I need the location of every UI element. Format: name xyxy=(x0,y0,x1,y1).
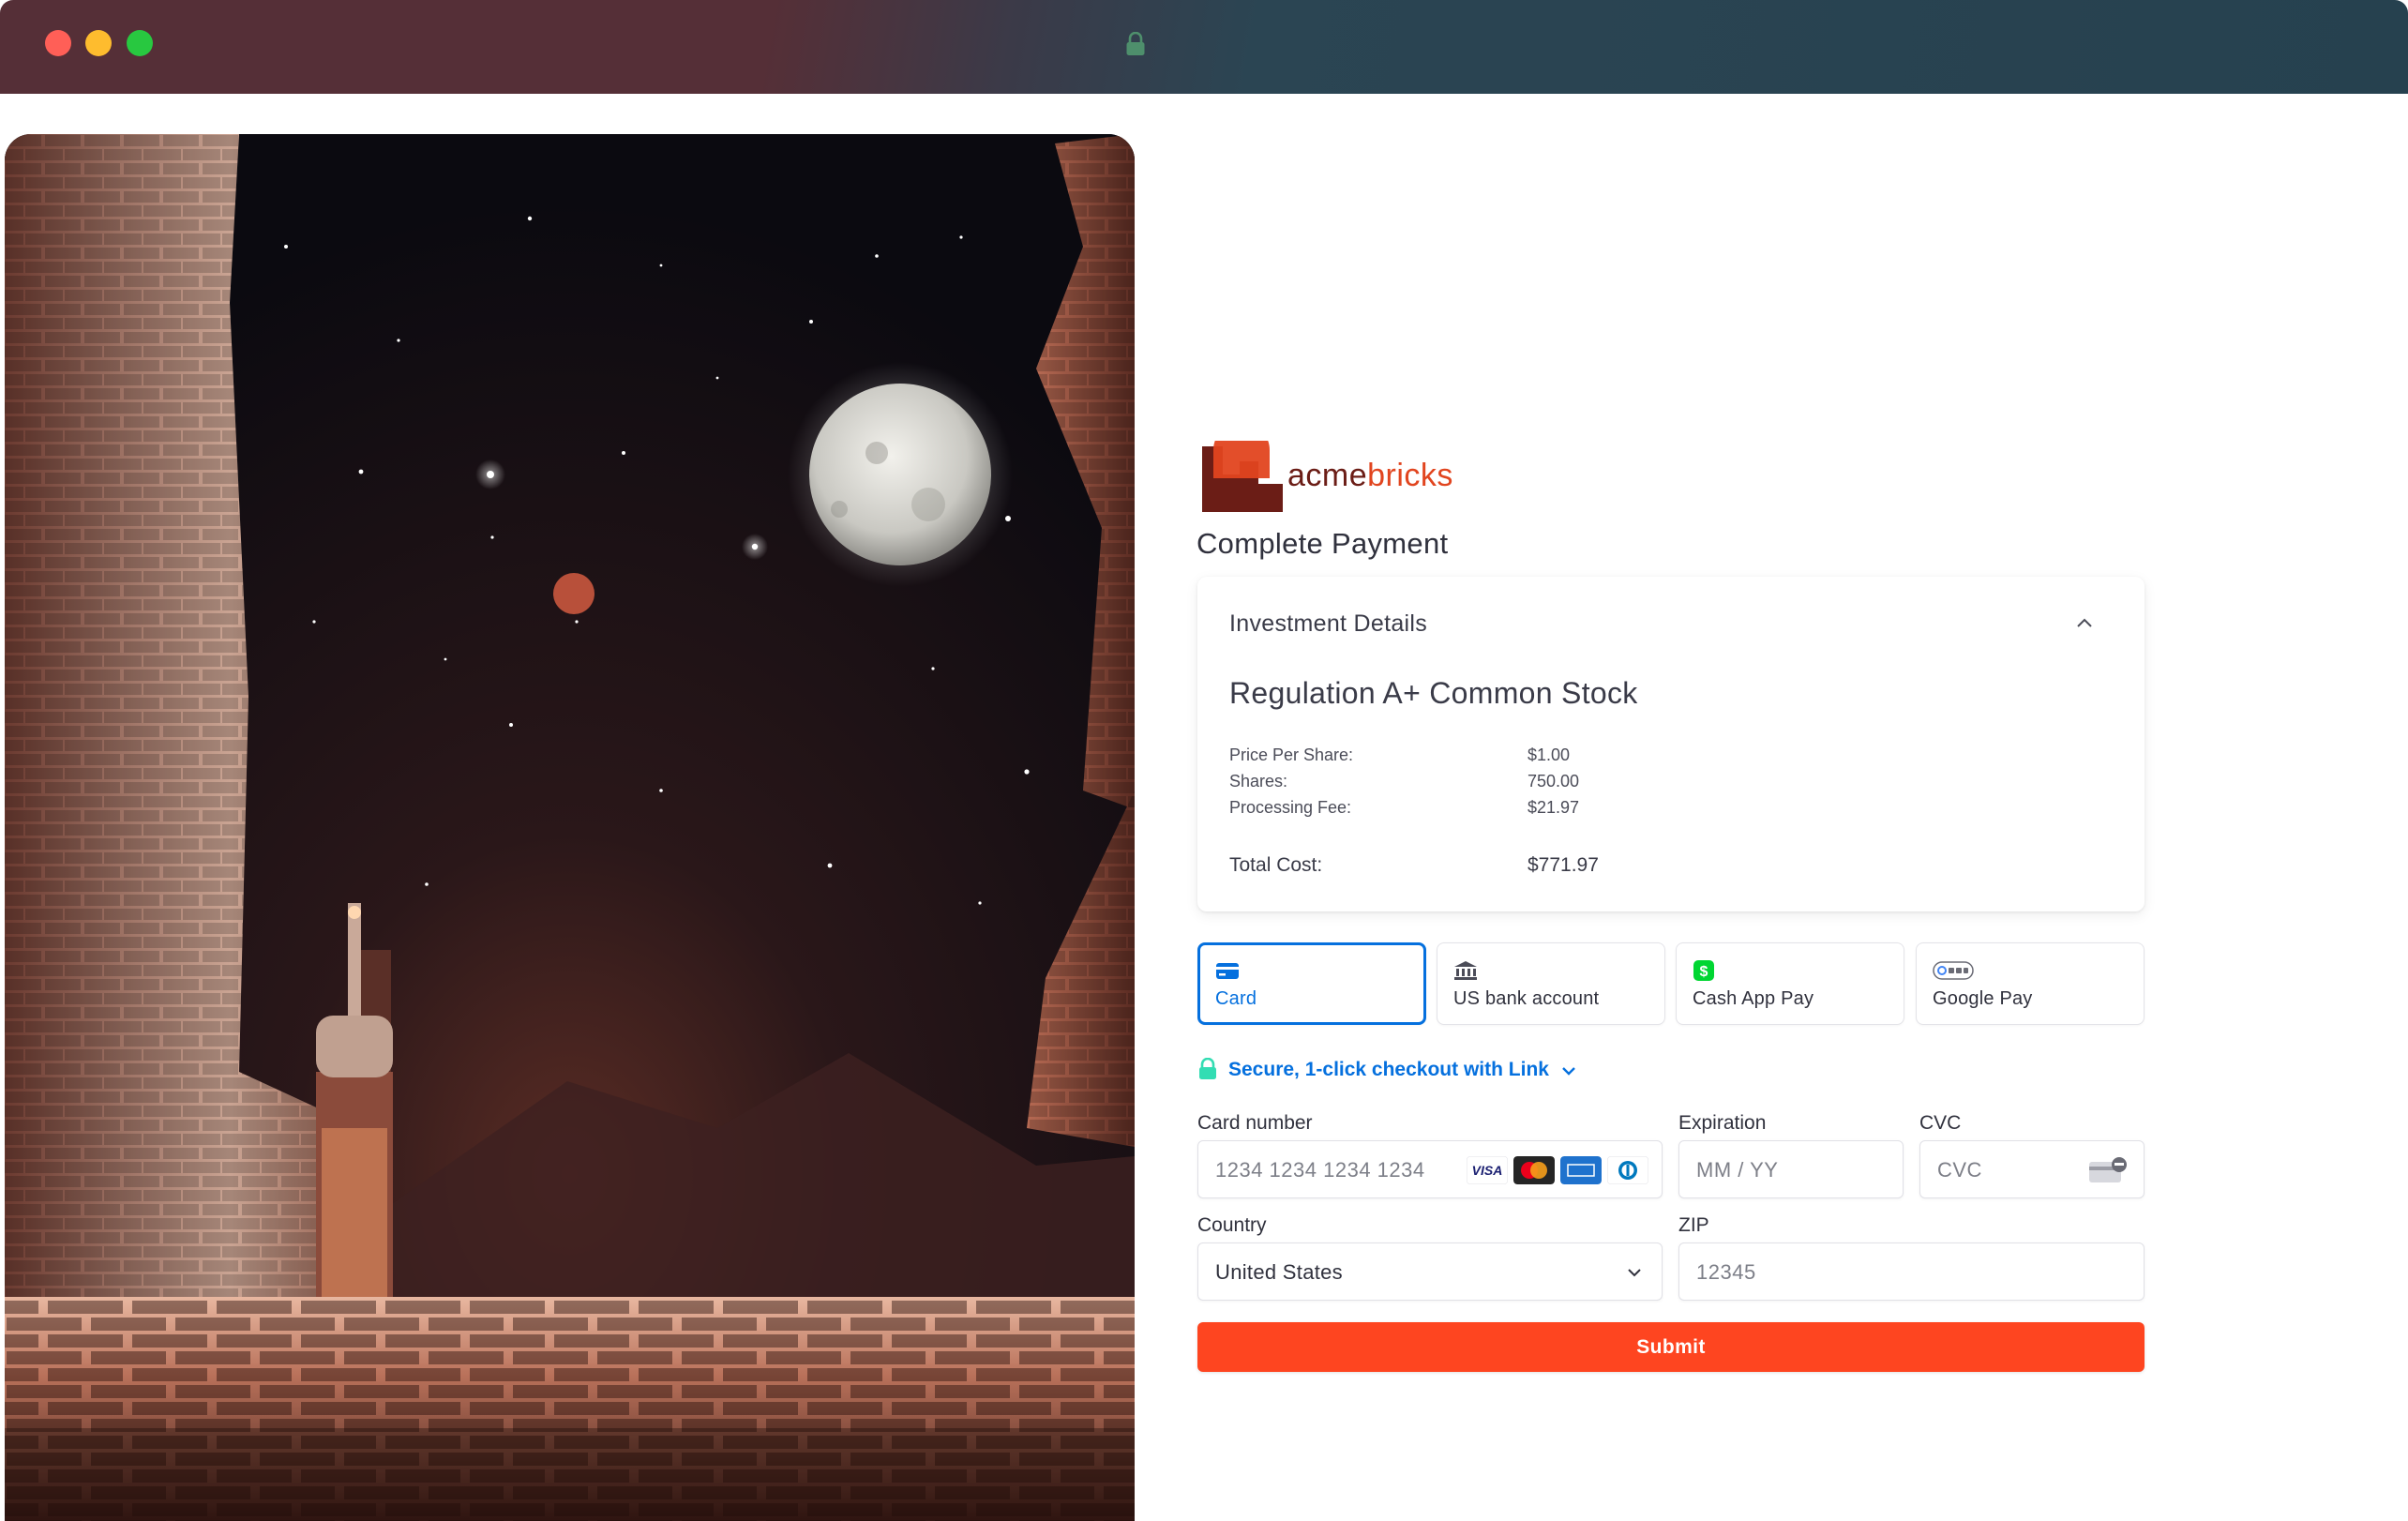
country-label: Country xyxy=(1197,1214,1267,1236)
link-checkout-text[interactable]: Secure, 1-click checkout with Link xyxy=(1228,1059,1549,1081)
country-select[interactable]: United States xyxy=(1197,1242,1663,1301)
submit-button[interactable]: Submit xyxy=(1197,1322,2145,1372)
expiration-label: Expiration xyxy=(1678,1112,1767,1134)
product-title: Regulation A+ Common Stock xyxy=(1229,676,1638,710)
bank-icon xyxy=(1454,961,1477,980)
expiration-input[interactable]: MM / YY xyxy=(1678,1140,1904,1198)
price-per-share-value: $1.00 xyxy=(1528,745,1571,764)
card-number-label: Card number xyxy=(1197,1112,1313,1134)
hero-image xyxy=(5,134,1135,1521)
cvc-input[interactable]: CVC xyxy=(1919,1140,2145,1198)
chevron-down-icon xyxy=(1628,1269,1641,1277)
close-window-button[interactable] xyxy=(45,30,71,56)
card-number-placeholder: 1234 1234 1234 1234 xyxy=(1215,1158,1425,1182)
google-pay-icon xyxy=(1933,961,1974,980)
cash-app-icon: $ xyxy=(1693,960,1714,981)
tab-cash-app-pay-label: Cash App Pay xyxy=(1693,988,1814,1009)
zip-placeholder: 12345 xyxy=(1696,1260,1756,1284)
tab-google-pay[interactable]: Google Pay xyxy=(1916,942,2145,1025)
processing-fee-label: Processing Fee: xyxy=(1229,798,1352,817)
amex-icon xyxy=(1560,1156,1602,1184)
tab-card-label: Card xyxy=(1215,988,1257,1009)
total-cost-value: $771.97 xyxy=(1528,854,1599,876)
zip-label: ZIP xyxy=(1678,1214,1709,1236)
lock-icon xyxy=(1199,1058,1216,1079)
shares-value: 750.00 xyxy=(1528,772,1580,791)
svg-text:VISA: VISA xyxy=(1472,1163,1503,1178)
chevron-up-icon[interactable] xyxy=(2075,616,2094,629)
country-value: United States xyxy=(1215,1260,1343,1284)
investment-details-heading[interactable]: Investment Details xyxy=(1229,610,1427,638)
space-bricks-illustration xyxy=(5,134,1135,1521)
tab-us-bank-account-label: US bank account xyxy=(1453,988,1600,1009)
cvc-label: CVC xyxy=(1919,1112,1962,1134)
mastercard-icon xyxy=(1513,1156,1555,1184)
card-number-input[interactable]: 1234 1234 1234 1234 VISA xyxy=(1197,1140,1663,1198)
brand-name: acmebricks xyxy=(1287,458,1453,493)
zip-input[interactable]: 12345 xyxy=(1678,1242,2145,1301)
card-icon xyxy=(1216,963,1239,979)
investment-details-card: Investment Details Regulation A+ Common … xyxy=(1197,577,2145,911)
zoom-window-button[interactable] xyxy=(127,30,153,56)
tab-cash-app-pay[interactable]: $ Cash App Pay xyxy=(1676,942,1904,1025)
tab-card[interactable]: Card xyxy=(1197,942,1426,1025)
tab-us-bank-account[interactable]: US bank account xyxy=(1437,942,1665,1025)
page-title: Complete Payment xyxy=(1196,527,1449,560)
expiration-placeholder: MM / YY xyxy=(1696,1158,1779,1182)
diners-icon xyxy=(1607,1156,1648,1184)
lock-icon xyxy=(1126,32,1145,55)
svg-text:$: $ xyxy=(1700,964,1708,980)
window-titlebar xyxy=(0,0,2408,94)
chevron-down-icon[interactable] xyxy=(1560,1065,1577,1077)
processing-fee-value: $21.97 xyxy=(1528,798,1580,817)
shares-label: Shares: xyxy=(1229,772,1288,791)
cvc-placeholder: CVC xyxy=(1937,1158,1982,1182)
submit-button-label: Submit xyxy=(1636,1336,1706,1358)
price-per-share-label: Price Per Share: xyxy=(1229,745,1354,764)
cvc-card-icon xyxy=(2089,1157,2127,1182)
tab-google-pay-label: Google Pay xyxy=(1933,988,2033,1009)
minimize-window-button[interactable] xyxy=(85,30,112,56)
total-cost-label: Total Cost: xyxy=(1229,854,1323,876)
visa-icon: VISA xyxy=(1467,1156,1508,1184)
